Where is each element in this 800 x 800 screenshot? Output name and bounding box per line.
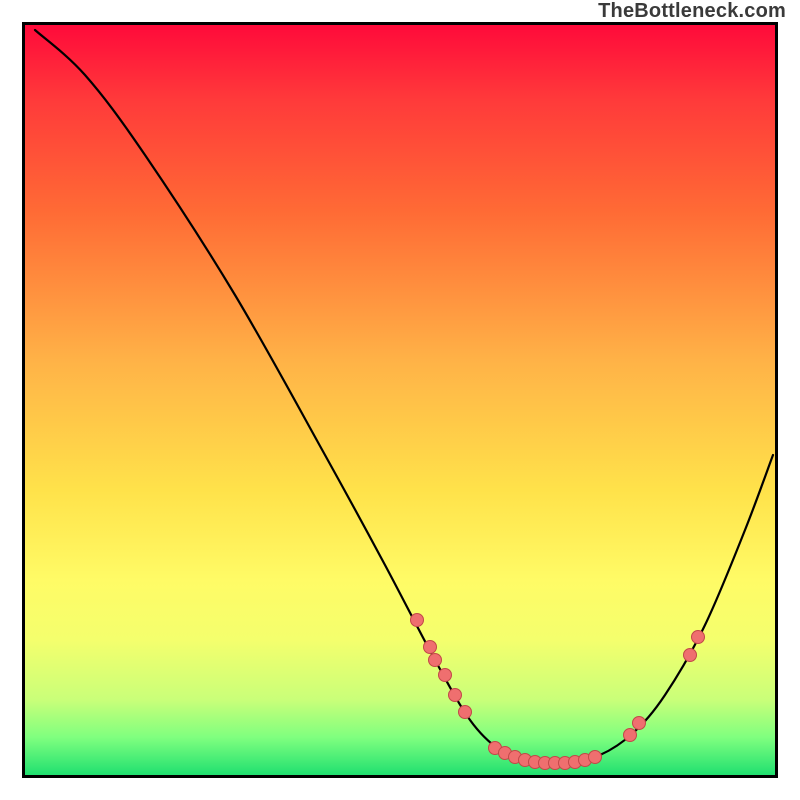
data-marker <box>692 631 705 644</box>
data-marker <box>624 729 637 742</box>
data-marker <box>449 689 462 702</box>
marker-group <box>411 614 705 770</box>
attribution-text: TheBottleneck.com <box>598 0 786 23</box>
data-marker <box>589 751 602 764</box>
data-marker <box>439 669 452 682</box>
chart-frame <box>22 22 778 778</box>
data-marker <box>411 614 424 627</box>
chart-svg <box>25 25 775 775</box>
data-marker <box>429 654 442 667</box>
bottleneck-curve <box>35 30 773 763</box>
data-marker <box>633 717 646 730</box>
data-marker <box>459 706 472 719</box>
data-marker <box>684 649 697 662</box>
data-marker <box>424 641 437 654</box>
